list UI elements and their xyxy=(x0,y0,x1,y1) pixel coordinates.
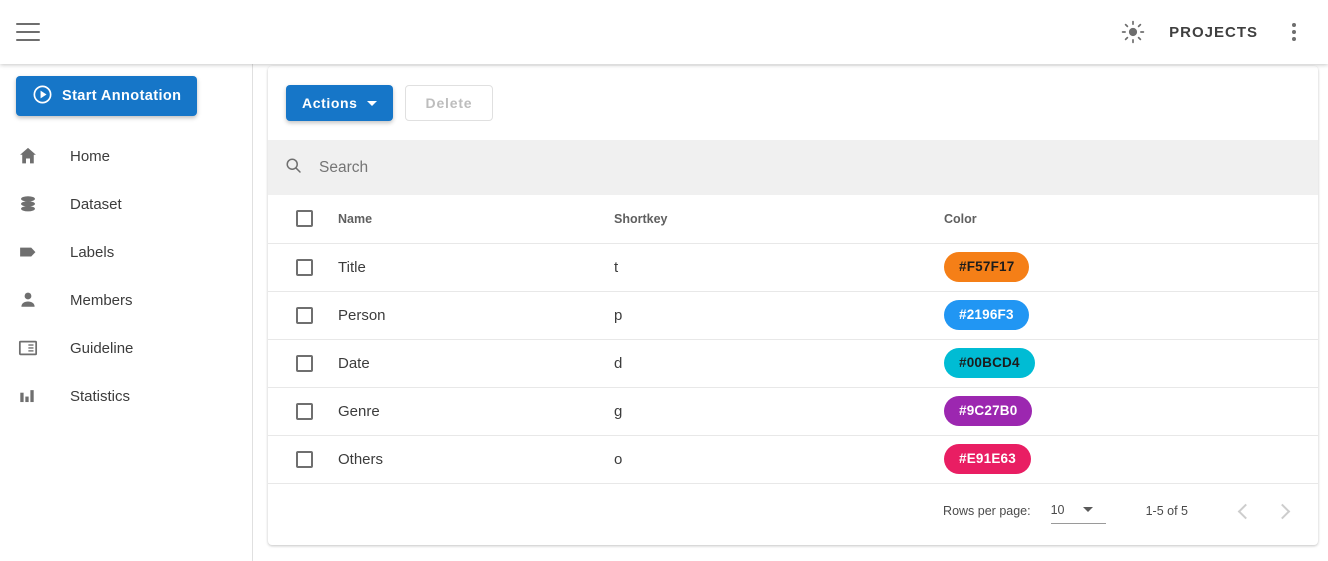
sidebar-item-label: Guideline xyxy=(70,339,134,357)
cell-shortkey: g xyxy=(614,387,944,436)
sidebar-item-home[interactable]: Home xyxy=(0,132,253,180)
sidebar-item-dataset[interactable]: Dataset xyxy=(0,180,253,228)
row-checkbox[interactable] xyxy=(296,354,313,372)
column-header-shortkey[interactable]: Shortkey xyxy=(614,195,944,244)
paginator: Rows per page: 10 1-5 of 5 xyxy=(268,484,1318,539)
dot xyxy=(1292,37,1296,41)
sidebar-item-guideline[interactable]: Guideline xyxy=(0,324,253,372)
labels-card: Actions Delete Name Shortkey Color xyxy=(268,66,1318,545)
search-input[interactable] xyxy=(317,157,1221,178)
top-app-bar: PROJECTS xyxy=(0,0,1328,64)
row-select-cell xyxy=(268,435,338,484)
row-checkbox[interactable] xyxy=(296,258,313,276)
actions-label: Actions xyxy=(302,95,358,111)
cell-shortkey: p xyxy=(614,291,944,340)
bar-chart-icon xyxy=(16,384,40,408)
row-select-cell xyxy=(268,243,338,292)
actions-button[interactable]: Actions xyxy=(286,85,393,121)
person-icon xyxy=(16,288,40,312)
sidebar-item-labels[interactable]: Labels xyxy=(0,228,253,276)
hamburger-line xyxy=(16,39,40,41)
rows-per-page-label: Rows per page: xyxy=(943,504,1031,518)
column-header-name[interactable]: Name xyxy=(338,195,614,244)
projects-link[interactable]: PROJECTS xyxy=(1155,24,1272,41)
cell-name: Genre xyxy=(338,387,614,436)
play-circle-icon xyxy=(32,84,53,109)
rows-per-page-select[interactable]: 10 xyxy=(1050,499,1106,524)
search-bar xyxy=(268,140,1318,195)
row-checkbox[interactable] xyxy=(296,450,313,468)
caret-down-icon xyxy=(366,100,377,106)
cell-color: #2196F3 xyxy=(944,291,1318,340)
book-panels-icon xyxy=(16,336,40,360)
delete-button[interactable]: Delete xyxy=(404,85,494,121)
rows-per-page-value: 10 xyxy=(1050,502,1065,517)
next-page-button[interactable] xyxy=(1264,491,1304,531)
cell-name: Others xyxy=(338,435,614,484)
row-select-cell xyxy=(268,339,338,388)
sidebar-item-label: Home xyxy=(70,147,111,165)
sidebar-item-label: Statistics xyxy=(70,387,131,405)
cell-name: Date xyxy=(338,339,614,388)
cell-color: #F57F17 xyxy=(944,243,1318,292)
labels-toolbar: Actions Delete xyxy=(268,66,1318,140)
cell-color: #9C27B0 xyxy=(944,387,1318,436)
home-icon xyxy=(16,144,40,168)
sun-brightness-icon[interactable] xyxy=(1111,10,1155,54)
table-row[interactable]: Title t #F57F17 xyxy=(268,243,1318,292)
cell-shortkey: d xyxy=(614,339,944,388)
table-row[interactable]: Person p #2196F3 xyxy=(268,291,1318,340)
row-select-cell xyxy=(268,387,338,436)
table-row[interactable]: Date d #00BCD4 xyxy=(268,339,1318,388)
color-chip: #00BCD4 xyxy=(944,348,1035,378)
sidebar-item-label: Dataset xyxy=(70,195,122,213)
labels-table: Name Shortkey Color Title t #F57F17 Pers… xyxy=(268,195,1318,484)
hamburger-line xyxy=(16,23,40,25)
hamburger-menu-icon[interactable] xyxy=(16,23,40,41)
caret-down-icon xyxy=(1082,507,1093,512)
search-icon xyxy=(284,156,303,180)
table-body: Title t #F57F17 Person p #2196F3 Date d … xyxy=(268,243,1318,484)
color-chip: #E91E63 xyxy=(944,444,1031,474)
cell-shortkey: o xyxy=(614,435,944,484)
more-vert-icon[interactable] xyxy=(1272,10,1316,54)
more-vert-dots xyxy=(1292,23,1296,41)
start-annotation-button[interactable]: Start Annotation xyxy=(16,76,198,116)
table-row[interactable]: Others o #E91E63 xyxy=(268,435,1318,484)
sidebar-nav: Home Dataset Labels Members Guideline St… xyxy=(0,132,253,420)
select-all-header xyxy=(268,195,338,244)
sidebar-item-label: Members xyxy=(70,291,133,309)
chevron-left-icon xyxy=(1237,503,1254,519)
range-label: 1-5 of 5 xyxy=(1145,504,1188,518)
cell-shortkey: t xyxy=(614,243,944,292)
color-chip: #9C27B0 xyxy=(944,396,1033,426)
dot xyxy=(1292,30,1296,34)
cell-color: #E91E63 xyxy=(944,435,1318,484)
appbar-actions: PROJECTS xyxy=(1111,10,1316,54)
color-chip: #F57F17 xyxy=(944,252,1030,282)
previous-page-button[interactable] xyxy=(1224,491,1264,531)
row-checkbox[interactable] xyxy=(296,306,313,324)
chevron-right-icon xyxy=(1274,503,1291,519)
sidebar-item-label: Labels xyxy=(70,243,115,261)
sidebar-item-members[interactable]: Members xyxy=(0,276,253,324)
cell-color: #00BCD4 xyxy=(944,339,1318,388)
table-head: Name Shortkey Color xyxy=(268,195,1318,244)
table-header-row: Name Shortkey Color xyxy=(268,195,1318,244)
sidebar: Start Annotation Home Dataset Labels Mem… xyxy=(0,64,253,561)
column-header-color[interactable]: Color xyxy=(944,195,1318,244)
tag-icon xyxy=(16,240,40,264)
row-checkbox[interactable] xyxy=(296,402,313,420)
sidebar-item-statistics[interactable]: Statistics xyxy=(0,372,253,420)
color-chip: #2196F3 xyxy=(944,300,1029,330)
start-annotation-label: Start Annotation xyxy=(62,88,182,104)
cell-name: Title xyxy=(338,243,614,292)
database-icon xyxy=(16,192,40,216)
cell-name: Person xyxy=(338,291,614,340)
select-all-checkbox[interactable] xyxy=(296,210,313,228)
hamburger-line xyxy=(16,31,40,33)
row-select-cell xyxy=(268,291,338,340)
table-row[interactable]: Genre g #9C27B0 xyxy=(268,387,1318,436)
dot xyxy=(1292,23,1296,27)
